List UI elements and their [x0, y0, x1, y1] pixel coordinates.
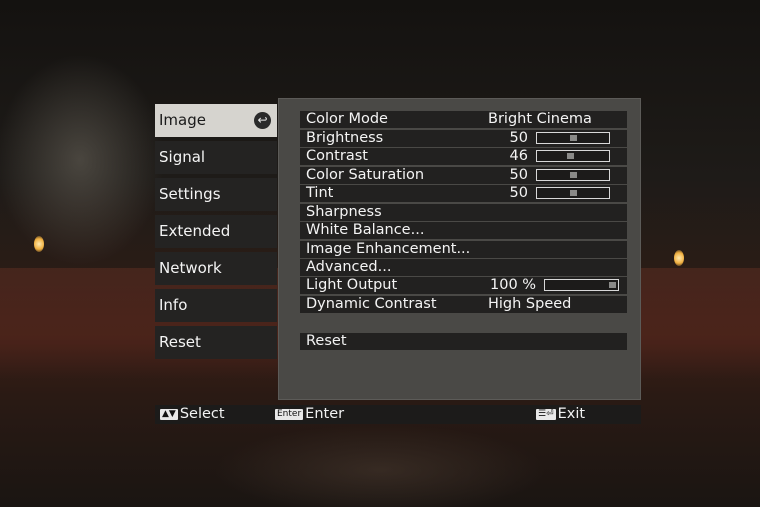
- enter-check-icon: ↩: [254, 112, 271, 129]
- tab-extended[interactable]: Extended: [155, 215, 277, 248]
- brightness-label: Brightness: [306, 130, 384, 146]
- sharpness-label: Sharpness: [306, 204, 382, 220]
- candle-light-right: [674, 250, 684, 266]
- tab-info[interactable]: Info: [155, 289, 277, 322]
- tab-image-label: Image: [159, 111, 206, 129]
- color-saturation-slider[interactable]: [536, 169, 610, 181]
- contrast-value: 46: [509, 148, 528, 164]
- contrast-slider[interactable]: [536, 150, 610, 162]
- exit-hint: ☰⏎ Exit: [536, 405, 585, 424]
- setting-light-output[interactable]: Light Output 100 %: [300, 277, 627, 294]
- color-mode-label: Color Mode: [306, 111, 388, 127]
- light-output-label: Light Output: [306, 277, 398, 293]
- tab-network-label: Network: [159, 259, 222, 277]
- setting-color-saturation[interactable]: Color Saturation 50: [300, 167, 627, 184]
- image-enhancement-label: Image Enhancement...: [306, 241, 471, 257]
- light-output-value: 100 %: [490, 277, 537, 293]
- setting-dynamic-contrast[interactable]: Dynamic Contrast High Speed: [300, 296, 627, 313]
- select-hint: ▲▼ Select: [160, 405, 225, 424]
- white-balance-label: White Balance...: [306, 222, 425, 238]
- brightness-slider-knob[interactable]: [569, 135, 577, 141]
- tab-network[interactable]: Network: [155, 252, 277, 285]
- tab-info-label: Info: [159, 296, 188, 314]
- color-saturation-label: Color Saturation: [306, 167, 425, 183]
- tab-settings-label: Settings: [159, 185, 221, 203]
- color-saturation-value: 50: [509, 167, 528, 183]
- contrast-label: Contrast: [306, 148, 368, 164]
- select-hint-label: Select: [179, 406, 225, 422]
- setting-tint[interactable]: Tint 50: [300, 185, 627, 202]
- advanced-label: Advanced...: [306, 259, 392, 275]
- exit-hint-label: Exit: [557, 406, 586, 422]
- tab-reset-label: Reset: [159, 333, 201, 351]
- setting-color-mode[interactable]: Color Mode Bright Cinema: [300, 111, 627, 128]
- setting-sharpness[interactable]: Sharpness: [300, 204, 627, 221]
- tab-reset[interactable]: Reset: [155, 326, 277, 359]
- updown-arrows-icon: ▲▼: [160, 409, 178, 420]
- color-saturation-slider-knob[interactable]: [569, 172, 577, 178]
- footer-hints: ▲▼ Select Enter Enter ☰⏎ Exit: [155, 405, 641, 424]
- menu-exit-icon: ☰⏎: [536, 409, 556, 420]
- color-mode-value: Bright Cinema: [488, 111, 592, 127]
- tab-extended-label: Extended: [159, 222, 231, 240]
- tint-slider-knob[interactable]: [569, 190, 577, 196]
- brightness-value: 50: [509, 130, 528, 146]
- tab-settings[interactable]: Settings: [155, 178, 277, 211]
- tint-slider[interactable]: [536, 187, 610, 199]
- tint-value: 50: [509, 185, 528, 201]
- candle-light-left: [34, 236, 44, 252]
- enter-key-icon: Enter: [275, 409, 304, 420]
- light-output-slider-knob[interactable]: [609, 282, 616, 288]
- enter-hint-label: Enter: [305, 406, 345, 422]
- enter-hint: Enter Enter: [275, 405, 344, 424]
- reset-item-label: Reset: [306, 333, 347, 349]
- reset-item[interactable]: Reset: [300, 333, 627, 350]
- tab-image[interactable]: Image ↩: [155, 104, 277, 137]
- contrast-slider-knob[interactable]: [567, 153, 575, 159]
- setting-brightness[interactable]: Brightness 50: [300, 130, 627, 147]
- dynamic-contrast-value: High Speed: [488, 296, 572, 312]
- setting-contrast[interactable]: Contrast 46: [300, 148, 627, 165]
- tint-label: Tint: [306, 185, 334, 201]
- dynamic-contrast-label: Dynamic Contrast: [306, 296, 437, 312]
- setting-advanced[interactable]: Advanced...: [300, 259, 627, 276]
- brightness-slider[interactable]: [536, 132, 610, 144]
- setting-image-enhancement[interactable]: Image Enhancement...: [300, 241, 627, 258]
- tab-signal[interactable]: Signal: [155, 141, 277, 174]
- light-output-slider[interactable]: [544, 279, 619, 291]
- setting-white-balance[interactable]: White Balance...: [300, 222, 627, 239]
- tab-signal-label: Signal: [159, 148, 206, 166]
